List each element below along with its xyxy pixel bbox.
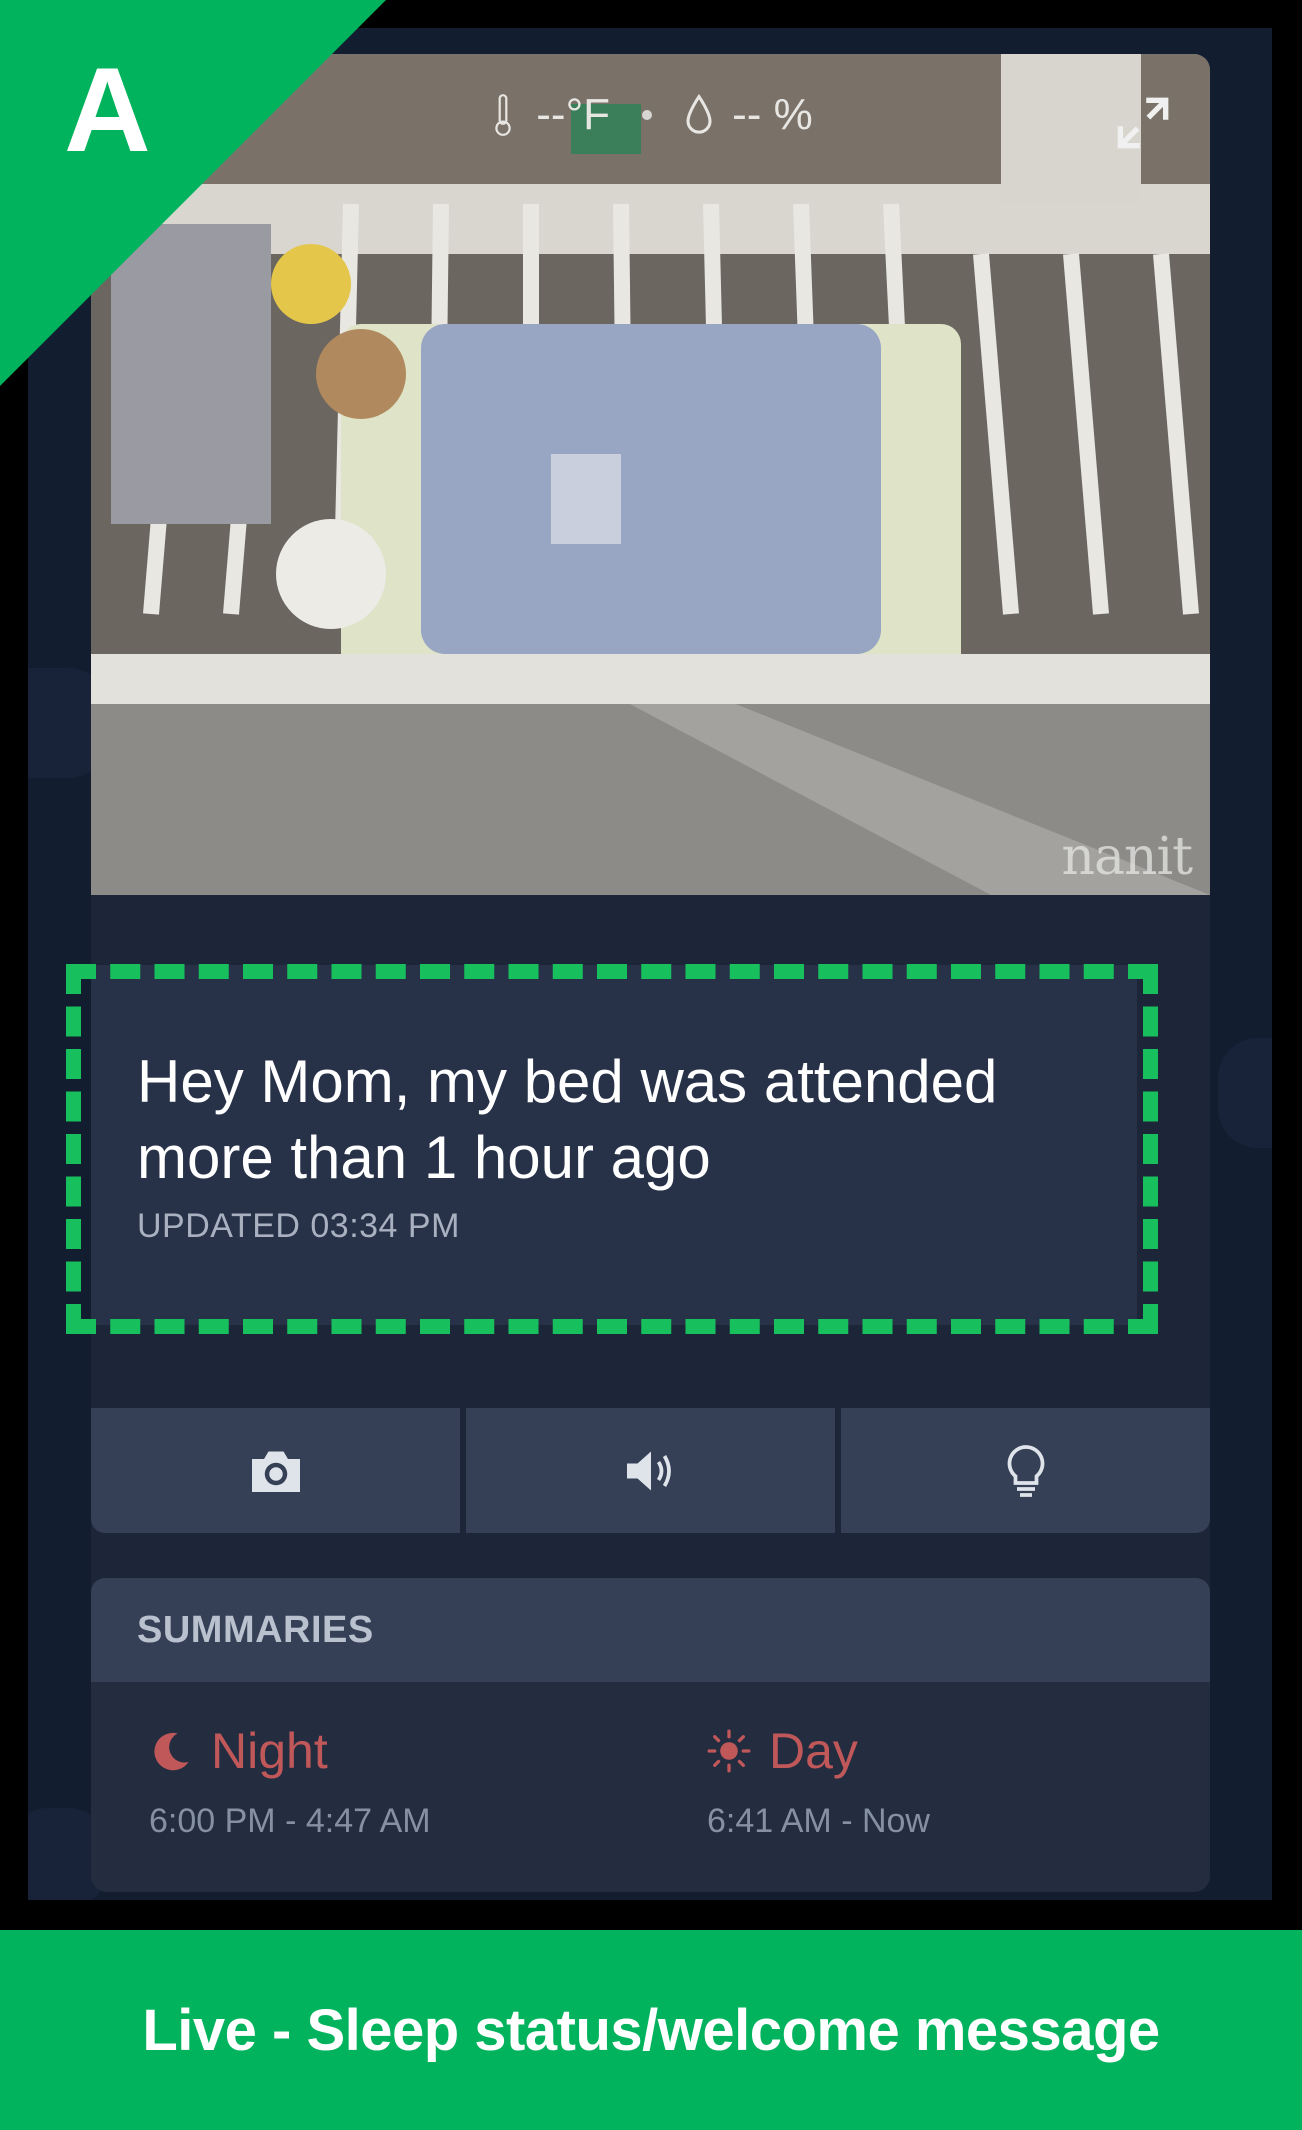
updated-timestamp: UPDATED 03:34 PM: [137, 1207, 460, 1245]
fullscreen-expand-icon[interactable]: [1116, 96, 1170, 150]
status-message: Hey Mom, my bed was attended more than 1…: [137, 1048, 998, 1191]
corner-badge: [0, 0, 386, 386]
night-label-row: Night: [149, 1722, 431, 1780]
caption-banner: Live - Sleep status/welcome message: [0, 1930, 1302, 2130]
humidity-value: -- %: [732, 90, 813, 139]
night-summary[interactable]: Night 6:00 PM - 4:47 AM: [149, 1722, 431, 1841]
night-time-range: 6:00 PM - 4:47 AM: [149, 1802, 431, 1840]
thermometer-icon: [495, 94, 511, 136]
day-label: Day: [769, 1723, 858, 1779]
action-bar: [91, 1408, 1210, 1533]
night-light-button[interactable]: [841, 1408, 1210, 1533]
speaker-icon: [626, 1451, 671, 1490]
humidity-drop-icon: [686, 93, 712, 134]
moon-icon: [154, 1732, 189, 1771]
day-summary[interactable]: Day 6:41 AM - Now: [707, 1722, 930, 1841]
sun-icon: [707, 1729, 751, 1773]
summaries-body: Night 6:00 PM - 4:47 AM Day 6:41 AM - No…: [91, 1682, 1210, 1892]
camera-icon: [251, 1451, 300, 1492]
temperature-value: --°F: [536, 90, 611, 139]
badge-letter: A: [64, 43, 151, 177]
background-shape: [1218, 1038, 1272, 1148]
summaries-heading: SUMMARIES: [91, 1578, 1210, 1682]
sleep-status-card: Hey Mom, my bed was attended more than 1…: [91, 965, 1137, 1325]
day-time-range: 6:41 AM - Now: [707, 1802, 930, 1840]
summaries-card: SUMMARIES Night 6:00 PM - 4:47 AM Day 6:…: [91, 1578, 1210, 1892]
snapshot-button[interactable]: [91, 1408, 460, 1533]
day-label-row: Day: [707, 1722, 930, 1780]
sound-button[interactable]: [466, 1408, 835, 1533]
separator-dot: [642, 110, 653, 120]
brand-watermark: nanit: [1061, 827, 1193, 887]
lightbulb-icon: [1007, 1444, 1044, 1497]
night-label: Night: [211, 1723, 328, 1779]
